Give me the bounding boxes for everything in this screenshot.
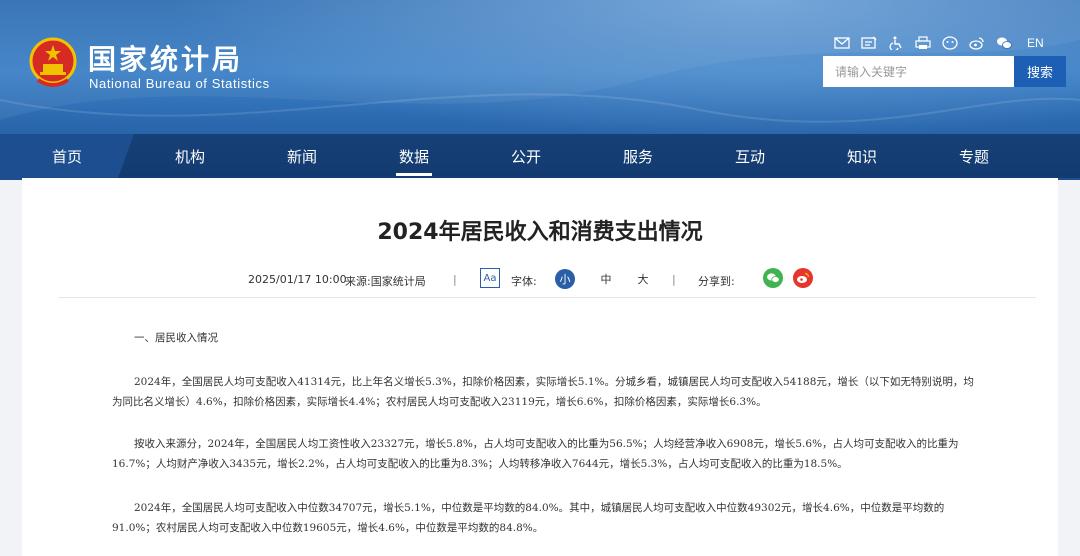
message-icon[interactable] [861, 36, 877, 50]
font-size-large[interactable]: 大 [633, 269, 653, 289]
nav-knowledge[interactable]: 知识 [806, 134, 918, 178]
wechat-icon[interactable] [996, 36, 1012, 50]
nav-news[interactable]: 新闻 [246, 134, 358, 178]
national-emblem-icon [29, 37, 77, 87]
font-label: 字体: [511, 275, 537, 288]
search-button[interactable]: 搜索 [1014, 56, 1066, 87]
section-heading: 一、居民收入情况 [134, 332, 218, 344]
share-weibo-icon[interactable] [793, 268, 813, 288]
article-source: 来源:国家统计局 [345, 275, 426, 288]
search-input[interactable] [823, 56, 1014, 87]
paragraph-3: 2024年，全国居民人均可支配收入中位数34707元，增长5.1%，中位数是平均… [112, 502, 945, 534]
paragraph-1: 2024年，全国居民人均可支配收入41314元，比上年名义增长5.3%，扣除价格… [112, 376, 974, 408]
meta-separator: | [672, 273, 676, 286]
site-name-en[interactable]: National Bureau of Statistics [89, 76, 270, 91]
mail-icon[interactable] [834, 36, 850, 50]
meta-divider [58, 297, 1036, 298]
print-icon[interactable] [915, 36, 931, 50]
site-name-cn[interactable]: 国家统计局 [88, 38, 243, 78]
article-card: 2024年居民收入和消费支出情况 2025/01/17 10:00 来源:国家统… [22, 178, 1058, 556]
weibo-icon[interactable] [969, 36, 985, 50]
share-label: 分享到: [698, 275, 735, 288]
font-size-medium[interactable]: 中 [596, 269, 616, 289]
main-nav: 首页 机构 新闻 数据 公开 服务 互动 知识 专题 [0, 134, 1080, 178]
nav-topics[interactable]: 专题 [918, 134, 1030, 178]
paragraph-2: 按收入来源分，2024年，全国居民人均工资性收入23327元，增长5.8%，占人… [112, 438, 959, 470]
article-title: 2024年居民收入和消费支出情况 [377, 220, 703, 245]
font-size-icon[interactable]: Aa [480, 268, 500, 288]
nav-data[interactable]: 数据 [358, 134, 470, 178]
nav-organization[interactable]: 机构 [134, 134, 246, 178]
nav-public[interactable]: 公开 [470, 134, 582, 178]
nav-interaction[interactable]: 互动 [694, 134, 806, 178]
site-header: 国家统计局 National Bureau of Statistics EN 搜… [0, 0, 1080, 180]
publish-datetime: 2025/01/17 10:00 [248, 273, 347, 286]
nav-home[interactable]: 首页 [0, 134, 134, 178]
share-wechat-icon[interactable] [763, 268, 783, 288]
accessibility-icon[interactable] [888, 36, 904, 50]
article-meta: 2025/01/17 10:00 来源:国家统计局 | Aa 字体: 小 中 大… [22, 268, 1058, 292]
nav-service[interactable]: 服务 [582, 134, 694, 178]
language-switch[interactable]: EN [1027, 36, 1044, 50]
meta-separator: | [453, 273, 457, 286]
font-size-small[interactable]: 小 [555, 269, 575, 289]
mobile-icon[interactable] [942, 36, 958, 50]
header-tools: EN [834, 36, 1044, 50]
